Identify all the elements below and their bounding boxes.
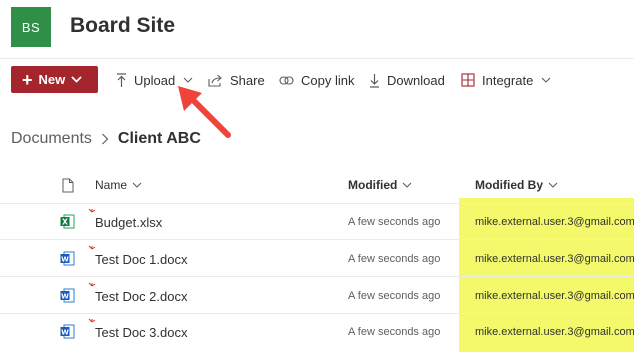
column-modified-label: Modified xyxy=(348,178,398,192)
column-header-modified[interactable]: Modified xyxy=(348,178,412,192)
table-row[interactable]: W Test Doc 2.docx A few seconds ago mike… xyxy=(0,278,634,314)
plus-icon: + xyxy=(22,69,33,90)
file-modified-by[interactable]: mike.external.user.3@gmail.com xyxy=(475,290,634,302)
file-modified: A few seconds ago xyxy=(348,290,441,302)
download-label: Download xyxy=(387,72,445,88)
site-header: BS Board Site xyxy=(0,0,634,58)
chevron-down-icon xyxy=(71,76,82,83)
file-name[interactable]: Test Doc 1.docx xyxy=(95,252,188,267)
site-title[interactable]: Board Site xyxy=(70,14,175,38)
download-button[interactable]: Download xyxy=(369,69,445,91)
new-button[interactable]: + New xyxy=(11,66,98,93)
integrate-icon xyxy=(461,73,475,87)
chevron-down-icon xyxy=(548,182,558,188)
file-modified: A few seconds ago xyxy=(348,216,441,228)
file-name[interactable]: Test Doc 2.docx xyxy=(95,289,188,304)
breadcrumb: Documents Client ABC xyxy=(11,130,201,148)
file-modified: A few seconds ago xyxy=(348,253,441,265)
integrate-button[interactable]: Integrate xyxy=(461,69,558,91)
column-header-name[interactable]: Name xyxy=(95,178,142,192)
word-file-icon: W xyxy=(60,251,75,266)
file-modified-by[interactable]: mike.external.user.3@gmail.com xyxy=(475,253,634,265)
file-modified-by[interactable]: mike.external.user.3@gmail.com xyxy=(475,326,634,338)
site-logo[interactable]: BS xyxy=(11,7,51,47)
svg-text:W: W xyxy=(61,328,69,336)
copy-link-label: Copy link xyxy=(301,72,355,88)
chevron-down-icon xyxy=(541,77,551,83)
chevron-down-icon xyxy=(402,182,412,188)
file-name[interactable]: Budget.xlsx xyxy=(95,215,162,230)
new-button-label: New xyxy=(38,72,66,87)
breadcrumb-current: Client ABC xyxy=(117,130,201,147)
breadcrumb-documents[interactable]: Documents xyxy=(11,130,92,148)
column-modified-by-label: Modified By xyxy=(475,178,543,192)
file-name[interactable]: Test Doc 3.docx xyxy=(95,325,188,340)
svg-text:W: W xyxy=(61,292,69,300)
svg-text:X: X xyxy=(62,217,68,226)
download-icon xyxy=(370,73,379,88)
svg-text:W: W xyxy=(61,255,69,263)
table-row[interactable]: W Test Doc 1.docx A few seconds ago mike… xyxy=(0,241,634,277)
upload-icon xyxy=(117,72,126,87)
row-divider xyxy=(0,276,634,277)
file-modified: A few seconds ago xyxy=(348,326,441,338)
word-file-icon: W xyxy=(60,288,75,303)
excel-file-icon: X xyxy=(60,214,75,229)
row-divider xyxy=(0,239,634,240)
file-type-icon[interactable] xyxy=(62,178,74,193)
column-name-label: Name xyxy=(95,178,128,192)
integrate-label: Integrate xyxy=(482,72,534,88)
table-row[interactable]: W Test Doc 3.docx A few seconds ago mike… xyxy=(0,314,634,350)
column-header-modified-by[interactable]: Modified By xyxy=(475,178,558,192)
command-bar: + New Upload Share Copy link Download In… xyxy=(0,58,634,100)
copy-link-button[interactable]: Copy link xyxy=(279,69,354,91)
link-icon xyxy=(279,75,294,85)
table-row[interactable]: X Budget.xlsx A few seconds ago mike.ext… xyxy=(0,204,634,240)
chevron-right-icon xyxy=(101,133,109,145)
word-file-icon: W xyxy=(60,324,75,339)
chevron-down-icon xyxy=(132,182,142,188)
file-modified-by[interactable]: mike.external.user.3@gmail.com xyxy=(475,216,634,228)
